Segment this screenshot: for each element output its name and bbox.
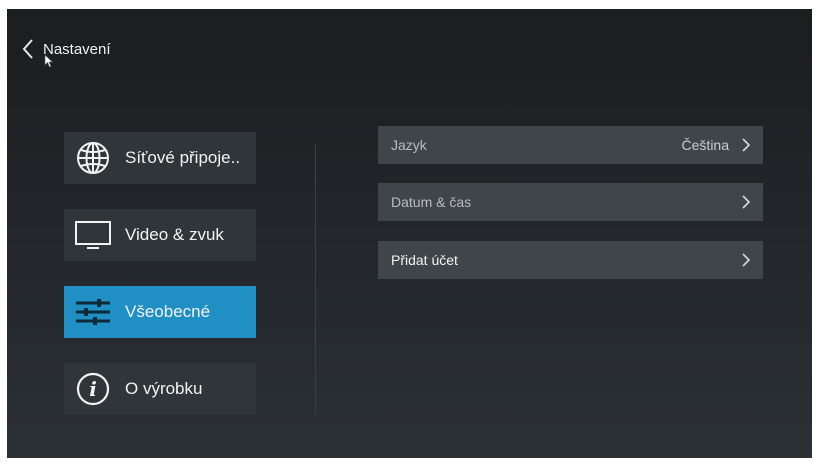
- menu-item-network[interactable]: Síťové připoje..: [64, 132, 256, 184]
- globe-icon: [74, 139, 112, 177]
- chevron-right-icon: [729, 241, 763, 279]
- back-button[interactable]: [17, 35, 39, 63]
- monitor-icon: [74, 216, 112, 254]
- svg-text:i: i: [89, 377, 97, 401]
- setting-value: Čeština: [681, 137, 729, 153]
- menu-item-about[interactable]: i O výrobku: [64, 363, 256, 415]
- setting-row-add-account[interactable]: Přidat účet: [378, 241, 763, 279]
- chevron-right-icon: [729, 183, 763, 221]
- menu-item-label: Video & zvuk: [125, 225, 224, 244]
- menu-item-label: Všeobecné: [125, 302, 211, 321]
- sliders-icon: [74, 293, 112, 331]
- setting-row-date-time[interactable]: Datum & čas: [378, 183, 763, 221]
- chevron-right-icon: [729, 126, 763, 164]
- settings-screen: Nastavení Síťové připoje.. Video & zvuk: [7, 9, 812, 458]
- setting-label: Datum & čas: [391, 194, 472, 210]
- setting-label: Přidat účet: [391, 252, 458, 268]
- setting-row-language[interactable]: Jazyk Čeština: [378, 126, 763, 164]
- divider: [315, 144, 316, 414]
- chevron-left-icon: [22, 39, 33, 59]
- mouse-pointer-icon: [44, 54, 54, 68]
- info-icon: i: [74, 370, 112, 408]
- menu-item-label: Síťové připoje..: [125, 148, 241, 167]
- menu-item-video-audio[interactable]: Video & zvuk: [64, 209, 256, 261]
- menu-item-general[interactable]: Všeobecné: [64, 286, 256, 338]
- setting-label: Jazyk: [391, 137, 427, 153]
- header: Nastavení: [17, 35, 111, 63]
- menu-item-label: O výrobku: [125, 379, 203, 398]
